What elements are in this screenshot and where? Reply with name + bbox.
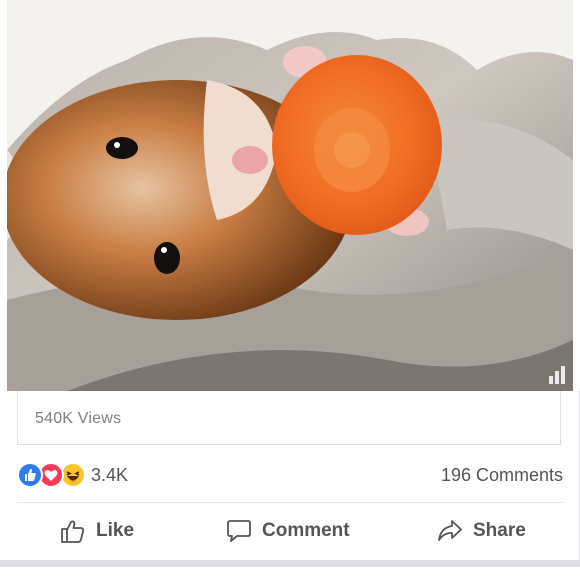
video-stats-icon: [548, 366, 566, 384]
video-player[interactable]: [7, 0, 573, 391]
comments-count[interactable]: 196 Comments: [441, 465, 563, 486]
feed-separator: [0, 560, 580, 580]
divider: [17, 502, 563, 503]
reactions-summary[interactable]: 3.4K 196 Comments: [17, 460, 563, 490]
speech-bubble-icon: [226, 518, 252, 544]
video-post: 540K Views 3.4K 196 Comments Like Commen…: [0, 0, 580, 560]
share-label: Share: [473, 520, 526, 541]
reaction-count[interactable]: 3.4K: [91, 465, 128, 486]
share-arrow-icon: [437, 518, 463, 544]
next-post-edge: [0, 567, 580, 580]
comment-button[interactable]: Comment: [226, 505, 350, 557]
views-count: 540K Views: [35, 410, 122, 427]
like-button[interactable]: Like: [60, 505, 134, 557]
reaction-icons[interactable]: [17, 462, 87, 488]
like-label: Like: [96, 520, 135, 541]
post-actions: Like Comment Share: [0, 505, 580, 557]
like-reaction-icon: [17, 462, 43, 488]
share-button[interactable]: Share: [437, 505, 526, 557]
thumbs-up-icon: [60, 518, 86, 544]
comment-label: Comment: [262, 520, 350, 541]
video-frame-hamster: [7, 0, 573, 391]
video-views-box: 540K Views: [17, 391, 561, 445]
